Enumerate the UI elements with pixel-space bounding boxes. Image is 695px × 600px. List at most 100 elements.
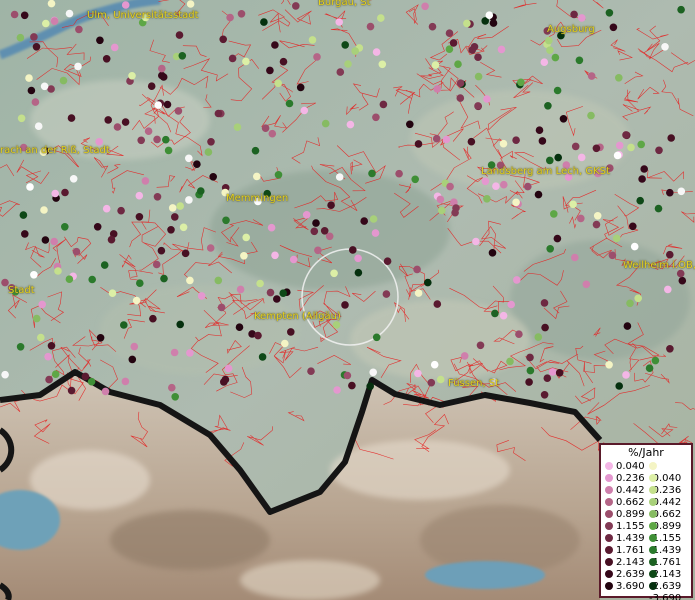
station-marker[interactable] [242,233,250,242]
station-marker[interactable] [534,333,543,341]
station-marker[interactable] [314,246,322,255]
station-marker[interactable] [1,370,9,379]
station-marker[interactable] [67,386,76,395]
station-marker[interactable] [87,377,96,386]
station-marker[interactable] [102,204,111,213]
station-marker[interactable] [26,183,34,191]
station-marker[interactable] [149,314,157,323]
station-marker[interactable] [474,102,482,110]
station-marker[interactable] [54,267,62,275]
station-marker[interactable] [157,246,166,255]
station-marker[interactable] [433,85,442,93]
station-marker[interactable] [160,274,168,283]
station-marker[interactable] [37,333,45,342]
station-marker[interactable] [224,364,233,373]
station-marker[interactable] [485,11,494,19]
station-marker[interactable] [553,86,562,95]
station-marker[interactable] [541,323,549,332]
station-marker[interactable] [141,177,150,185]
map-view[interactable]: Ulm, Universitätsstadt Burgau, St Augsbu… [0,0,695,600]
station-marker[interactable] [147,82,156,90]
station-marker[interactable] [153,193,162,201]
station-marker[interactable] [544,102,552,110]
station-marker[interactable] [491,309,499,318]
station-marker[interactable] [136,279,144,288]
station-marker[interactable] [102,55,111,63]
station-marker[interactable] [463,19,471,28]
station-marker[interactable] [638,175,646,183]
station-marker[interactable] [666,250,674,259]
station-marker[interactable] [677,187,686,196]
station-marker[interactable] [577,214,585,223]
station-marker[interactable] [100,261,109,269]
station-marker[interactable] [222,216,230,225]
station-marker[interactable] [637,140,645,149]
station-marker[interactable] [548,368,557,376]
station-marker[interactable] [251,146,260,155]
station-marker[interactable] [428,22,437,31]
station-marker[interactable] [472,237,480,246]
station-marker[interactable] [292,2,300,10]
station-marker[interactable] [593,212,602,220]
station-marker[interactable] [483,195,491,203]
station-marker[interactable] [366,382,375,391]
station-marker[interactable] [492,182,500,190]
station-marker[interactable] [626,299,634,308]
station-marker[interactable] [474,53,482,61]
station-marker[interactable] [354,268,363,277]
station-marker[interactable] [513,276,521,284]
station-marker[interactable] [343,371,352,380]
station-marker[interactable] [476,341,485,350]
station-marker[interactable] [31,98,40,106]
station-marker[interactable] [132,296,141,305]
station-marker[interactable] [69,175,78,183]
station-marker[interactable] [214,276,223,285]
station-marker[interactable] [636,196,644,205]
station-marker[interactable] [666,345,674,353]
station-marker[interactable] [333,386,341,394]
station-marker[interactable] [382,290,391,298]
station-marker[interactable] [204,148,213,156]
station-marker[interactable] [655,146,663,155]
station-marker[interactable] [587,111,595,120]
station-marker[interactable] [21,230,29,238]
station-marker[interactable] [45,375,53,384]
station-marker[interactable] [446,182,454,191]
station-marker[interactable] [185,154,193,163]
station-marker[interactable] [678,276,687,285]
station-marker[interactable] [217,303,226,312]
station-marker[interactable] [622,371,630,379]
station-marker[interactable] [307,367,315,376]
station-marker[interactable] [268,129,277,138]
station-marker[interactable] [512,198,520,207]
station-marker[interactable] [121,118,130,126]
station-marker[interactable] [40,206,48,214]
station-marker[interactable] [65,9,74,18]
station-marker[interactable] [438,206,446,215]
station-marker[interactable] [219,35,227,44]
station-marker[interactable] [499,311,508,320]
map-canvas[interactable] [0,0,695,600]
station-marker[interactable] [30,33,38,41]
station-marker[interactable] [74,62,82,71]
station-marker[interactable] [285,99,294,108]
station-marker[interactable] [554,153,562,162]
station-marker[interactable] [368,169,376,178]
station-marker[interactable] [159,73,168,81]
station-marker[interactable] [153,135,161,144]
station-marker[interactable] [279,289,288,298]
station-marker[interactable] [32,314,41,323]
station-marker[interactable] [40,82,49,91]
station-marker[interactable] [186,276,194,285]
station-marker[interactable] [287,328,295,336]
station-marker[interactable] [128,72,136,80]
station-marker[interactable] [540,299,549,307]
station-marker[interactable] [449,39,458,47]
station-marker[interactable] [271,251,279,260]
station-marker[interactable] [372,333,381,342]
station-marker[interactable] [226,13,234,22]
station-marker[interactable] [379,100,388,109]
station-marker[interactable] [137,136,145,145]
station-marker[interactable] [433,300,442,308]
station-marker[interactable] [258,353,267,361]
